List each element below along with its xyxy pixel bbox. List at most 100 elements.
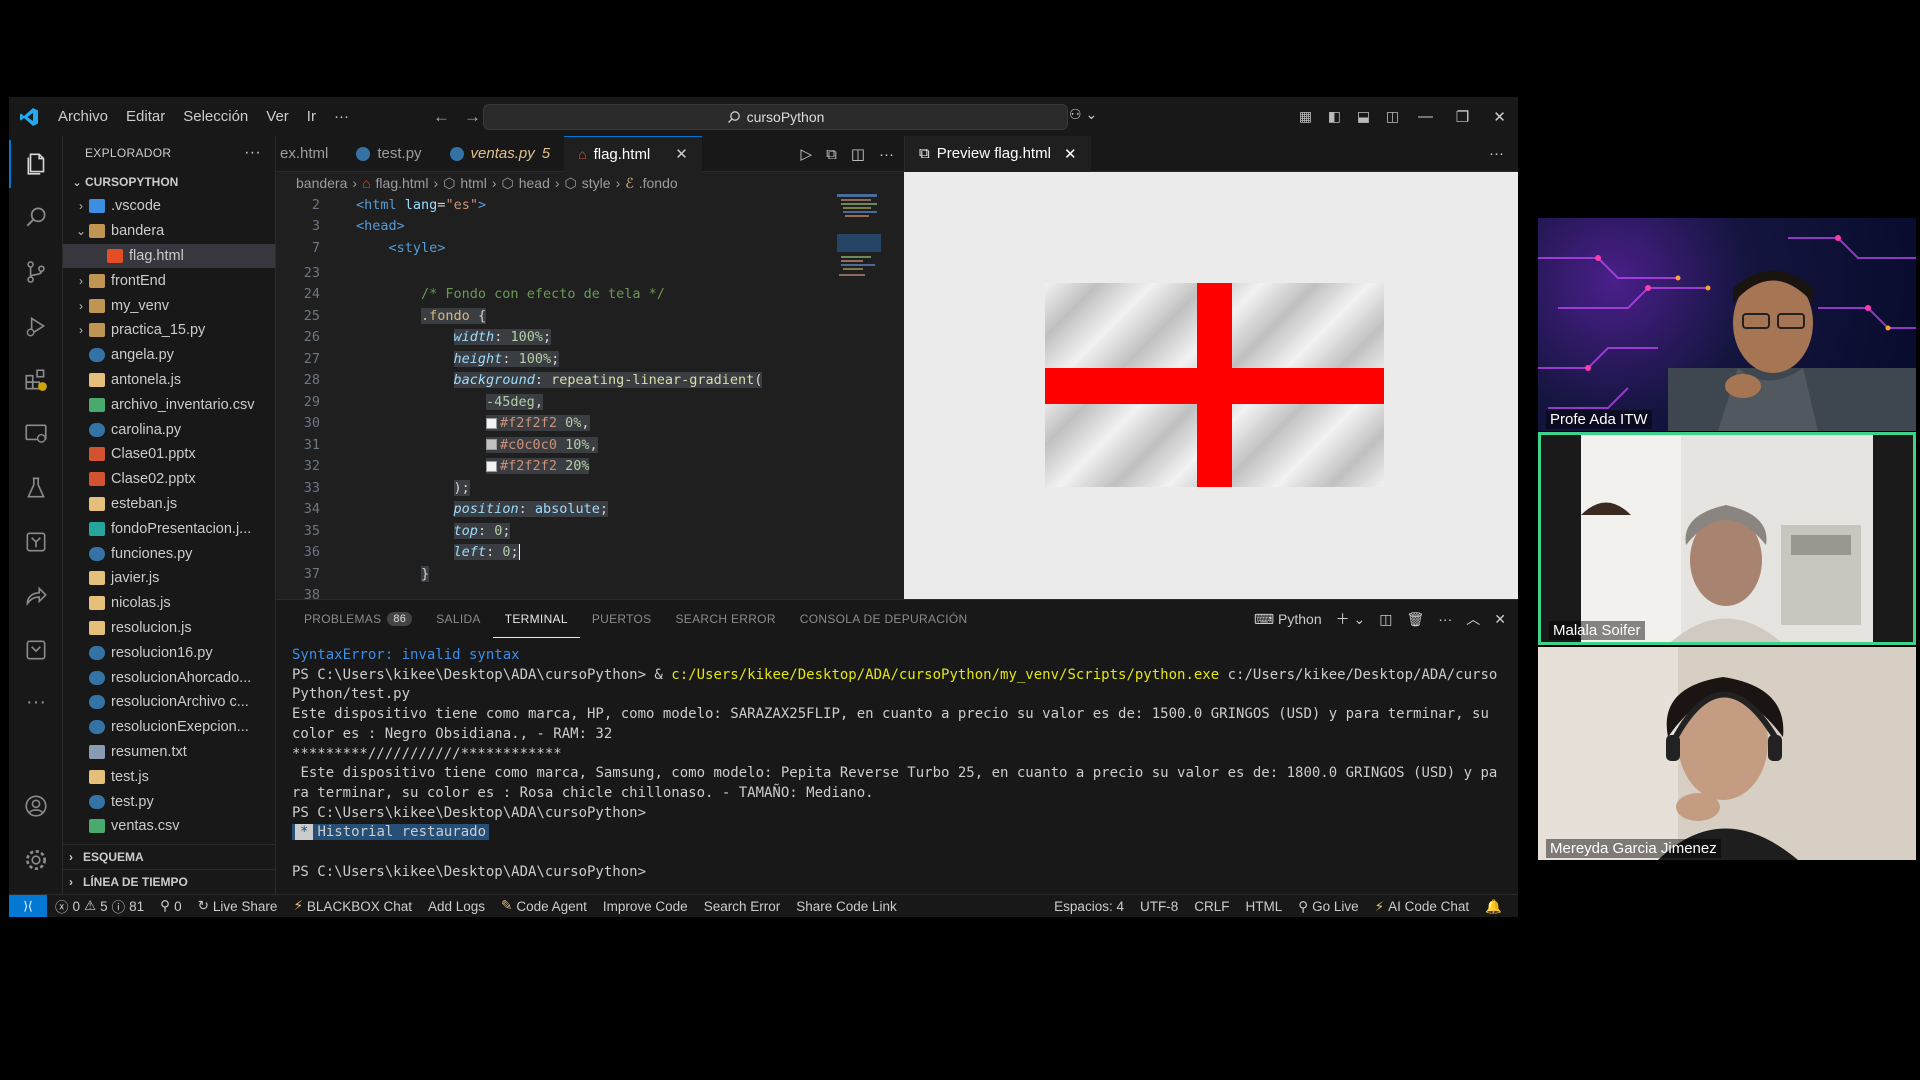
tab-problemas[interactable]: PROBLEMAS 86: [292, 600, 424, 638]
split-terminal-icon[interactable]: ◫: [1379, 611, 1392, 628]
code-agent-status[interactable]: ✎ Code Agent: [493, 898, 595, 914]
more-actions-icon[interactable]: ···: [1438, 611, 1452, 627]
run-icon[interactable]: ▷: [801, 145, 813, 163]
close-tab-icon[interactable]: ✕: [675, 145, 688, 163]
new-terminal-icon[interactable]: ＋ ⌄: [1336, 609, 1366, 629]
code-editor[interactable]: 2 <html lang="es"> 3 <head> 7 <style> 23…: [276, 194, 904, 599]
menu-seleccion[interactable]: Selección: [174, 108, 257, 125]
more-actions-icon[interactable]: ···: [879, 146, 894, 163]
add-logs-status[interactable]: Add Logs: [420, 899, 493, 914]
remote-explorer-icon[interactable]: [9, 410, 63, 458]
timeline-section[interactable]: › LÍNEA DE TIEMPO: [63, 869, 275, 894]
maximize-panel-icon[interactable]: ︿: [1466, 609, 1480, 629]
live-share-icon[interactable]: [9, 572, 63, 620]
blackbox-icon[interactable]: [9, 518, 63, 566]
tree-file[interactable]: resolucionExepcion...: [63, 715, 275, 740]
more-views-icon[interactable]: ···: [9, 678, 63, 726]
close-tab-icon[interactable]: ✕: [1064, 145, 1077, 163]
tree-file[interactable]: Clase01.pptx: [63, 442, 275, 467]
copilot-sidebar-icon[interactable]: [9, 626, 63, 674]
menu-archivo[interactable]: Archivo: [49, 108, 117, 125]
copilot-icon[interactable]: ⚇ ⌄: [1069, 106, 1097, 123]
split-editor-icon[interactable]: ◫: [851, 145, 865, 163]
tree-file[interactable]: resolucionAhorcado...: [63, 665, 275, 690]
close-panel-icon[interactable]: ✕: [1494, 611, 1506, 628]
search-error-status[interactable]: Search Error: [696, 899, 789, 914]
tree-file[interactable]: flag.html: [63, 243, 275, 269]
explorer-more-icon[interactable]: ···: [244, 144, 261, 162]
blackbox-chat-status[interactable]: ⚡ BLACKBOX Chat: [285, 898, 420, 914]
notifications-bell-icon[interactable]: 🔔: [1477, 899, 1510, 915]
outline-section[interactable]: › ESQUEMA: [63, 844, 275, 869]
tree-folder[interactable]: › practica_15.py: [63, 318, 275, 343]
tree-folder[interactable]: › my_venv: [63, 293, 275, 318]
restore-icon[interactable]: ❐: [1444, 108, 1481, 126]
tab-consola-depuracion[interactable]: CONSOLA DE DEPURACIÓN: [788, 600, 980, 638]
indentation-status[interactable]: Espacios: 4: [1046, 899, 1132, 914]
account-icon[interactable]: [9, 782, 63, 830]
tree-file[interactable]: fondoPresentacion.j...: [63, 516, 275, 541]
extensions-icon[interactable]: [9, 356, 63, 404]
remote-indicator-icon[interactable]: ⟩⟨: [9, 894, 47, 917]
menu-editar[interactable]: Editar: [117, 108, 174, 125]
go-live-status[interactable]: ⚲ Go Live: [1290, 899, 1366, 915]
tree-file[interactable]: Clase02.pptx: [63, 467, 275, 492]
breadcrumb-item[interactable]: head: [519, 175, 550, 191]
tab-test-py[interactable]: test.py: [342, 136, 435, 172]
terminal-profile[interactable]: ⌨ Python: [1254, 611, 1322, 628]
tree-folder[interactable]: › frontEnd: [63, 268, 275, 293]
encoding-status[interactable]: UTF-8: [1132, 899, 1186, 914]
breadcrumb-item[interactable]: flag.html: [376, 175, 429, 191]
tab-ex-html[interactable]: ex.html: [276, 136, 342, 172]
language-mode-status[interactable]: HTML: [1237, 899, 1290, 914]
tab-flag-html[interactable]: ⌂ flag.html ✕: [564, 135, 702, 172]
participant-video-tile[interactable]: Profe Ada ITW: [1538, 218, 1916, 431]
tree-file[interactable]: nicolas.js: [63, 591, 275, 616]
minimize-icon[interactable]: —: [1407, 108, 1444, 125]
open-preview-icon[interactable]: ⧉: [826, 146, 837, 163]
live-share-status[interactable]: ↻ Live Share: [190, 898, 286, 914]
terminal-output[interactable]: SyntaxError: invalid syntax PS C:\Users\…: [292, 646, 1502, 882]
more-actions-icon[interactable]: ···: [1489, 145, 1504, 162]
improve-code-status[interactable]: Improve Code: [595, 899, 696, 914]
menu-ver[interactable]: Ver: [257, 108, 298, 125]
workspace-root[interactable]: ⌄ CURSOPYTHON: [63, 170, 275, 194]
eol-status[interactable]: CRLF: [1186, 899, 1237, 914]
back-arrow-icon[interactable]: ←: [426, 107, 457, 127]
tree-file[interactable]: funciones.py: [63, 541, 275, 566]
kill-terminal-trash-icon[interactable]: 🗑: [1406, 611, 1424, 628]
run-debug-icon[interactable]: [9, 302, 63, 350]
source-control-icon[interactable]: [9, 248, 63, 296]
settings-gear-icon[interactable]: [9, 836, 63, 884]
tab-ventas-py[interactable]: ventas.py 5: [436, 136, 565, 172]
participant-video-tile[interactable]: Mereyda Garcia Jimenez: [1538, 647, 1916, 860]
share-code-link-status[interactable]: Share Code Link: [788, 899, 905, 914]
layout-customize-icon[interactable]: ▦: [1291, 108, 1320, 125]
close-window-icon[interactable]: ✕: [1481, 108, 1518, 126]
tree-folder[interactable]: ⌄ bandera: [63, 219, 275, 244]
breadcrumb-item[interactable]: style: [582, 175, 611, 191]
toggle-panel-icon[interactable]: ⬓: [1349, 108, 1378, 125]
tree-file[interactable]: carolina.py: [63, 417, 275, 442]
command-center-search[interactable]: cursoPython: [483, 104, 1068, 130]
tab-search-error[interactable]: SEARCH ERROR: [664, 600, 788, 638]
breadcrumb-item[interactable]: .fondo: [639, 175, 678, 191]
tree-file[interactable]: javier.js: [63, 566, 275, 591]
tree-file[interactable]: test.js: [63, 764, 275, 789]
tree-file[interactable]: resolucion16.py: [63, 640, 275, 665]
toggle-secondary-sidebar-icon[interactable]: ◫: [1378, 108, 1407, 125]
search-sidebar-icon[interactable]: [9, 193, 63, 241]
explorer-icon[interactable]: [9, 140, 63, 188]
tab-preview-flag[interactable]: ⧉ Preview flag.html ✕: [905, 135, 1091, 172]
tree-file[interactable]: resolucion.js: [63, 616, 275, 641]
ai-code-chat-status[interactable]: ⚡ AI Code Chat: [1367, 899, 1478, 915]
toggle-sidebar-icon[interactable]: ◧: [1320, 108, 1349, 125]
tab-salida[interactable]: SALIDA: [424, 600, 493, 638]
minimap[interactable]: [837, 194, 892, 314]
problems-status[interactable]: ⓧ 0 ⚠ 5 ⓘ 81: [47, 896, 152, 916]
tree-file[interactable]: resolucionArchivo c...: [63, 690, 275, 715]
tree-file[interactable]: test.py: [63, 789, 275, 814]
tab-puertos[interactable]: PUERTOS: [580, 600, 664, 638]
tree-file[interactable]: resumen.txt: [63, 740, 275, 765]
ports-status[interactable]: ⚲ 0: [152, 898, 189, 914]
